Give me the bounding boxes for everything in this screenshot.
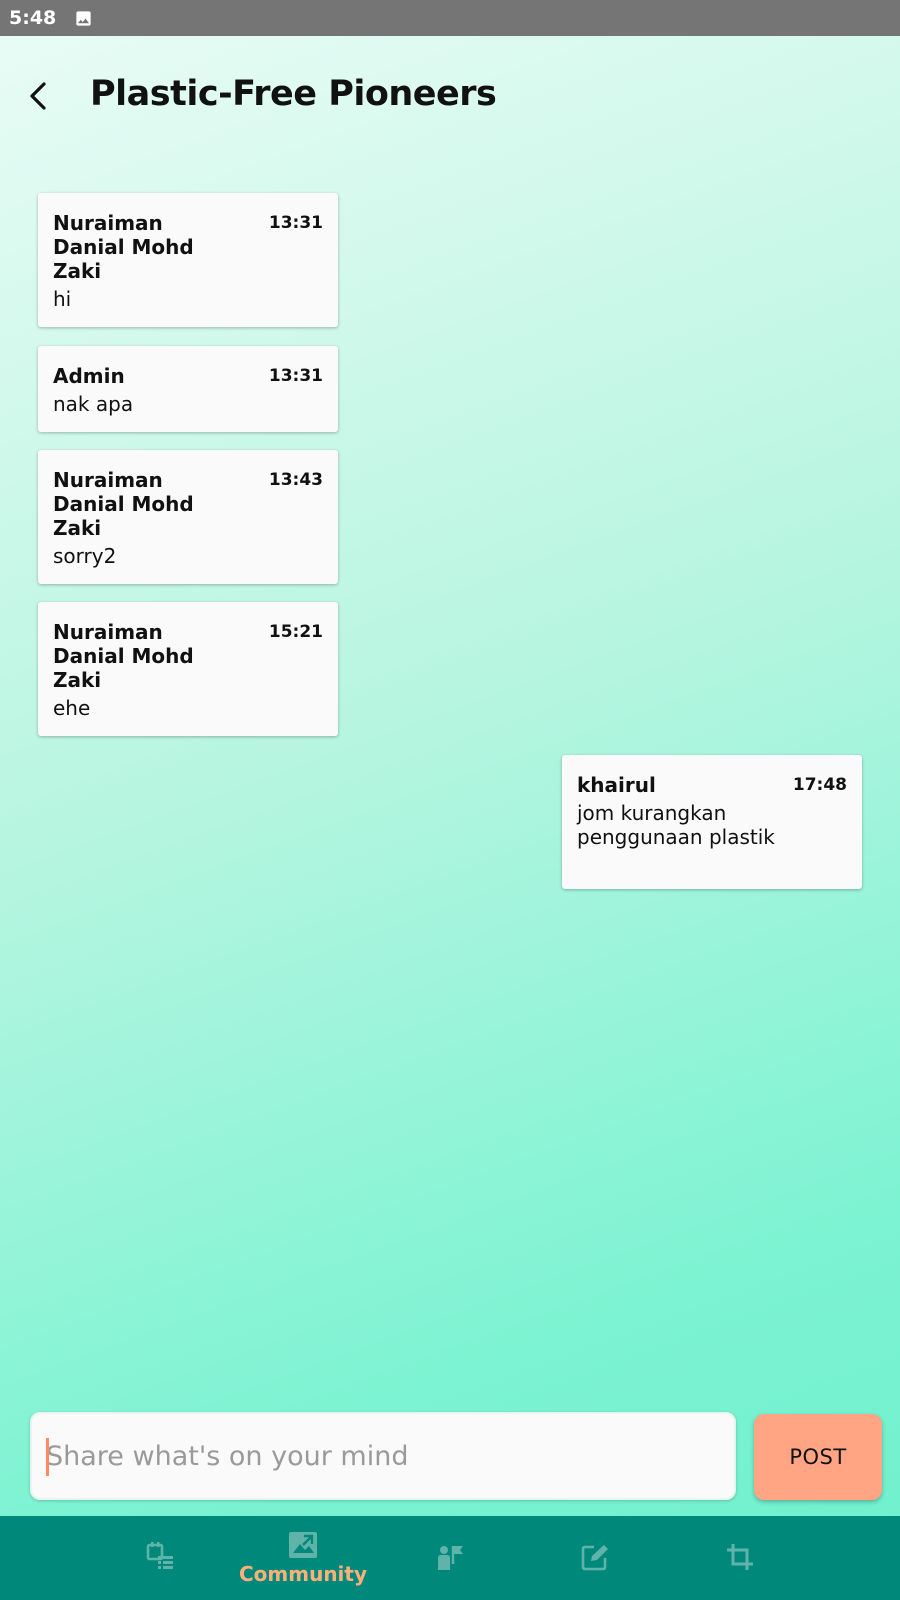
- post-input[interactable]: [32, 1414, 734, 1498]
- message-text: ehe: [53, 696, 91, 720]
- nav-item-schedule[interactable]: [95, 1516, 225, 1600]
- back-button[interactable]: [20, 74, 56, 118]
- message-time: 15:21: [268, 622, 323, 642]
- back-arrow-icon: [30, 82, 46, 110]
- status-bar: 5:48: [0, 0, 900, 36]
- image-notification-icon: [74, 9, 93, 28]
- post-button[interactable]: POST: [754, 1414, 882, 1500]
- nav-item-crop[interactable]: [675, 1516, 805, 1600]
- message-text: sorry2: [53, 544, 117, 568]
- people-flag-icon: [438, 1546, 463, 1570]
- nav-item-edit[interactable]: [530, 1516, 660, 1600]
- message-author: Nuraiman Danial Mohd Zaki: [53, 211, 194, 283]
- own-message-card: khairul 17:48 jom kurangkan penggunaan p…: [562, 755, 862, 889]
- message-author: Admin: [53, 364, 125, 388]
- nav-item-community[interactable]: Community: [238, 1516, 368, 1600]
- crop-icon: [727, 1544, 753, 1570]
- schedule-list-icon: [146, 1542, 173, 1569]
- message-card: Nuraiman Danial Mohd Zaki 15:21 ehe: [38, 602, 338, 736]
- message-time: 13:31: [268, 366, 323, 386]
- message-card: Admin 13:31 nak apa: [38, 346, 338, 432]
- message-text: nak apa: [53, 392, 134, 416]
- page-title: Plastic-Free Pioneers: [90, 74, 497, 114]
- message-author: Nuraiman Danial Mohd Zaki: [53, 620, 194, 692]
- message-card: Nuraiman Danial Mohd Zaki 13:31 hi: [38, 193, 338, 327]
- nav-item-people[interactable]: [385, 1516, 515, 1600]
- message-time: 17:48: [792, 775, 847, 795]
- message-card: Nuraiman Danial Mohd Zaki 13:43 sorry2: [38, 450, 338, 584]
- status-time: 5:48: [9, 7, 57, 29]
- text-caret: [46, 1438, 49, 1476]
- message-text: jom kurangkan penggunaan plastik: [577, 801, 775, 849]
- message-time: 13:43: [268, 470, 323, 490]
- community-image-icon: [289, 1532, 317, 1558]
- bottom-nav: Community: [0, 1516, 900, 1600]
- message-time: 13:31: [268, 213, 323, 233]
- edit-share-icon: [581, 1545, 608, 1571]
- message-author: khairul: [577, 773, 656, 797]
- composer: [30, 1412, 736, 1500]
- nav-label: Community: [238, 1562, 368, 1586]
- app-bar: Plastic-Free Pioneers: [0, 62, 900, 132]
- message-author: Nuraiman Danial Mohd Zaki: [53, 468, 194, 540]
- message-text: hi: [53, 287, 72, 311]
